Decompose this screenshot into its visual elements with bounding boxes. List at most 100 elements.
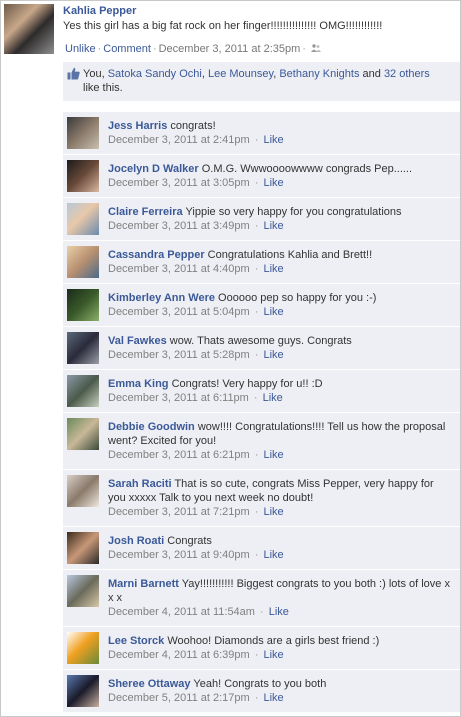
comment-timestamp[interactable]: December 3, 2011 at 5:28pm [108,349,250,361]
avatar[interactable] [67,575,99,607]
separator-dot: · [251,306,262,318]
comment-like-link[interactable]: Like [263,177,283,189]
comment-like-link[interactable]: Like [263,449,283,461]
comment-like-link[interactable]: Like [263,392,283,404]
comment-body: Jess Harris congrats! December 3, 2011 at… [108,119,452,147]
comment-author[interactable]: Jocelyn D Walker [108,163,199,175]
comment-body: Sarah Raciti That is so cute, congrats M… [108,477,452,519]
comment-author[interactable]: Cassandra Pepper [108,249,205,261]
comment-timestamp[interactable]: December 4, 2011 at 6:39pm [108,649,250,661]
comment-meta: December 3, 2011 at 9:40pm · Like [108,548,452,562]
separator-dot: · [97,43,102,55]
comment-author[interactable]: Kimberley Ann Were [108,292,215,304]
comment-meta: December 3, 2011 at 5:28pm · Like [108,348,452,362]
comment: Jocelyn D Walker O.M.G. Wwwoooowwww cong… [63,155,460,198]
comment-timestamp[interactable]: December 3, 2011 at 2:41pm [108,134,250,146]
comment-like-link[interactable]: Like [263,263,283,275]
avatar[interactable] [67,203,99,235]
comment-like-link[interactable]: Like [263,220,283,232]
comment-like-link[interactable]: Like [263,506,283,518]
comment-author[interactable]: Debbie Goodwin [108,421,195,433]
comment-timestamp[interactable]: December 3, 2011 at 4:40pm [108,263,250,275]
separator-dot: · [251,177,262,189]
separator-dot: · [302,43,306,55]
comment-like-link[interactable]: Like [263,549,283,561]
avatar[interactable] [67,289,99,321]
comment-body: Jocelyn D Walker O.M.G. Wwwoooowwww cong… [108,162,452,190]
comment-like-link[interactable]: Like [263,134,283,146]
separator-dot: · [251,134,262,146]
liker-link[interactable]: Lee Mounsey [208,68,273,80]
comment-body: Kimberley Ann Were Oooooo pep so happy f… [108,291,452,319]
separator-dot: · [250,392,261,404]
comment-timestamp[interactable]: December 3, 2011 at 3:05pm [108,177,250,189]
avatar[interactable] [67,532,99,564]
comment-text: Congrats! Very happy for u!! :D [171,378,323,390]
comment-timestamp[interactable]: December 3, 2011 at 6:21pm [108,449,250,461]
liker-link[interactable]: Satoka Sandy Ochi [108,68,202,80]
unlike-link[interactable]: Unlike [65,43,96,55]
comment-timestamp[interactable]: December 5, 2011 at 2:17pm [108,692,250,704]
separator-dot: · [251,549,262,561]
comment-author[interactable]: Sheree Ottaway [108,678,191,690]
comment-text: Yippie so very happy for you congratulat… [185,206,402,218]
comment-body: Sheree Ottaway Yeah! Congrats to you bot… [108,677,452,705]
comment-body: Josh Roati Congrats December 3, 2011 at 9… [108,534,452,562]
comment-text: O.M.G. Wwwoooowwww congrads Pep...... [201,163,413,175]
comment-body: Marni Barnett Yay!!!!!!!!!!! Biggest con… [108,577,452,619]
separator-dot: · [251,506,262,518]
comment-author[interactable]: Val Fawkes [108,335,167,347]
avatar[interactable] [4,4,54,54]
post: Kahlia Pepper Yes this girl has a big fa… [1,1,460,57]
comment-like-link[interactable]: Like [263,349,283,361]
friends-icon[interactable] [310,44,321,53]
comment-author[interactable]: Emma King [108,378,169,390]
post-timestamp[interactable]: December 3, 2011 at 2:35pm [159,43,301,55]
comment-author[interactable]: Claire Ferreira [108,206,183,218]
comment-body: Cassandra Pepper Congratulations Kahlia … [108,248,452,276]
separator-dot: · [251,449,262,461]
comment-like-link[interactable]: Like [263,649,283,661]
comment-author[interactable]: Jess Harris [108,120,167,132]
avatar[interactable] [67,160,99,192]
comment-text: Oooooo pep so happy for you :-) [218,292,377,304]
comment-meta: December 3, 2011 at 5:04pm · Like [108,305,452,319]
comment-like-link[interactable]: Like [269,606,289,618]
avatar[interactable] [67,332,99,364]
avatar[interactable] [67,675,99,707]
comment-timestamp[interactable]: December 4, 2011 at 11:54am [108,606,255,618]
comment-author[interactable]: Josh Roati [108,535,164,547]
comment-like-link[interactable]: Like [263,692,283,704]
avatar[interactable] [67,117,99,149]
post-author[interactable]: Kahlia Pepper [63,4,456,18]
story-frame: Kahlia Pepper Yes this girl has a big fa… [0,0,461,717]
post-actions: Unlike · Comment · December 3, 2011 at 2:35p… [65,42,321,56]
avatar[interactable] [67,246,99,278]
comment: Sheree Ottaway Yeah! Congrats to you bot… [63,670,460,713]
comment-author[interactable]: Lee Storck [108,635,164,647]
comment-author[interactable]: Marni Barnett [108,578,179,590]
avatar[interactable] [67,418,99,450]
separator-dot: · [251,263,262,275]
separator-dot: · [152,43,157,55]
comment-author[interactable]: Sarah Raciti [108,478,172,490]
comment-timestamp[interactable]: December 3, 2011 at 9:40pm [108,549,250,561]
comment-meta: December 3, 2011 at 3:49pm · Like [108,219,452,233]
comment: Sarah Raciti That is so cute, congrats M… [63,470,460,527]
comment-timestamp[interactable]: December 3, 2011 at 5:04pm [108,306,250,318]
avatar[interactable] [67,475,99,507]
avatar[interactable] [67,375,99,407]
avatar[interactable] [67,632,99,664]
comment: Lee Storck Woohoo! Diamonds are a girls … [63,627,460,670]
comment-timestamp[interactable]: December 3, 2011 at 7:21pm [108,506,250,518]
likes-others-link[interactable]: 32 others [384,68,430,80]
comment-body: Debbie Goodwin wow!!!! Congratulations!!… [108,420,452,462]
comment: Debbie Goodwin wow!!!! Congratulations!!… [63,413,460,470]
comment-meta: December 3, 2011 at 7:21pm · Like [108,505,452,519]
comment-link[interactable]: Comment [103,43,151,55]
comment-body: Val Fawkes wow. Thats awesome guys. Cong… [108,334,452,362]
comment-timestamp[interactable]: December 3, 2011 at 6:11pm [108,392,249,404]
liker-link[interactable]: Bethany Knights [279,68,359,80]
comment-like-link[interactable]: Like [263,306,283,318]
comment-timestamp[interactable]: December 3, 2011 at 3:49pm [108,220,250,232]
